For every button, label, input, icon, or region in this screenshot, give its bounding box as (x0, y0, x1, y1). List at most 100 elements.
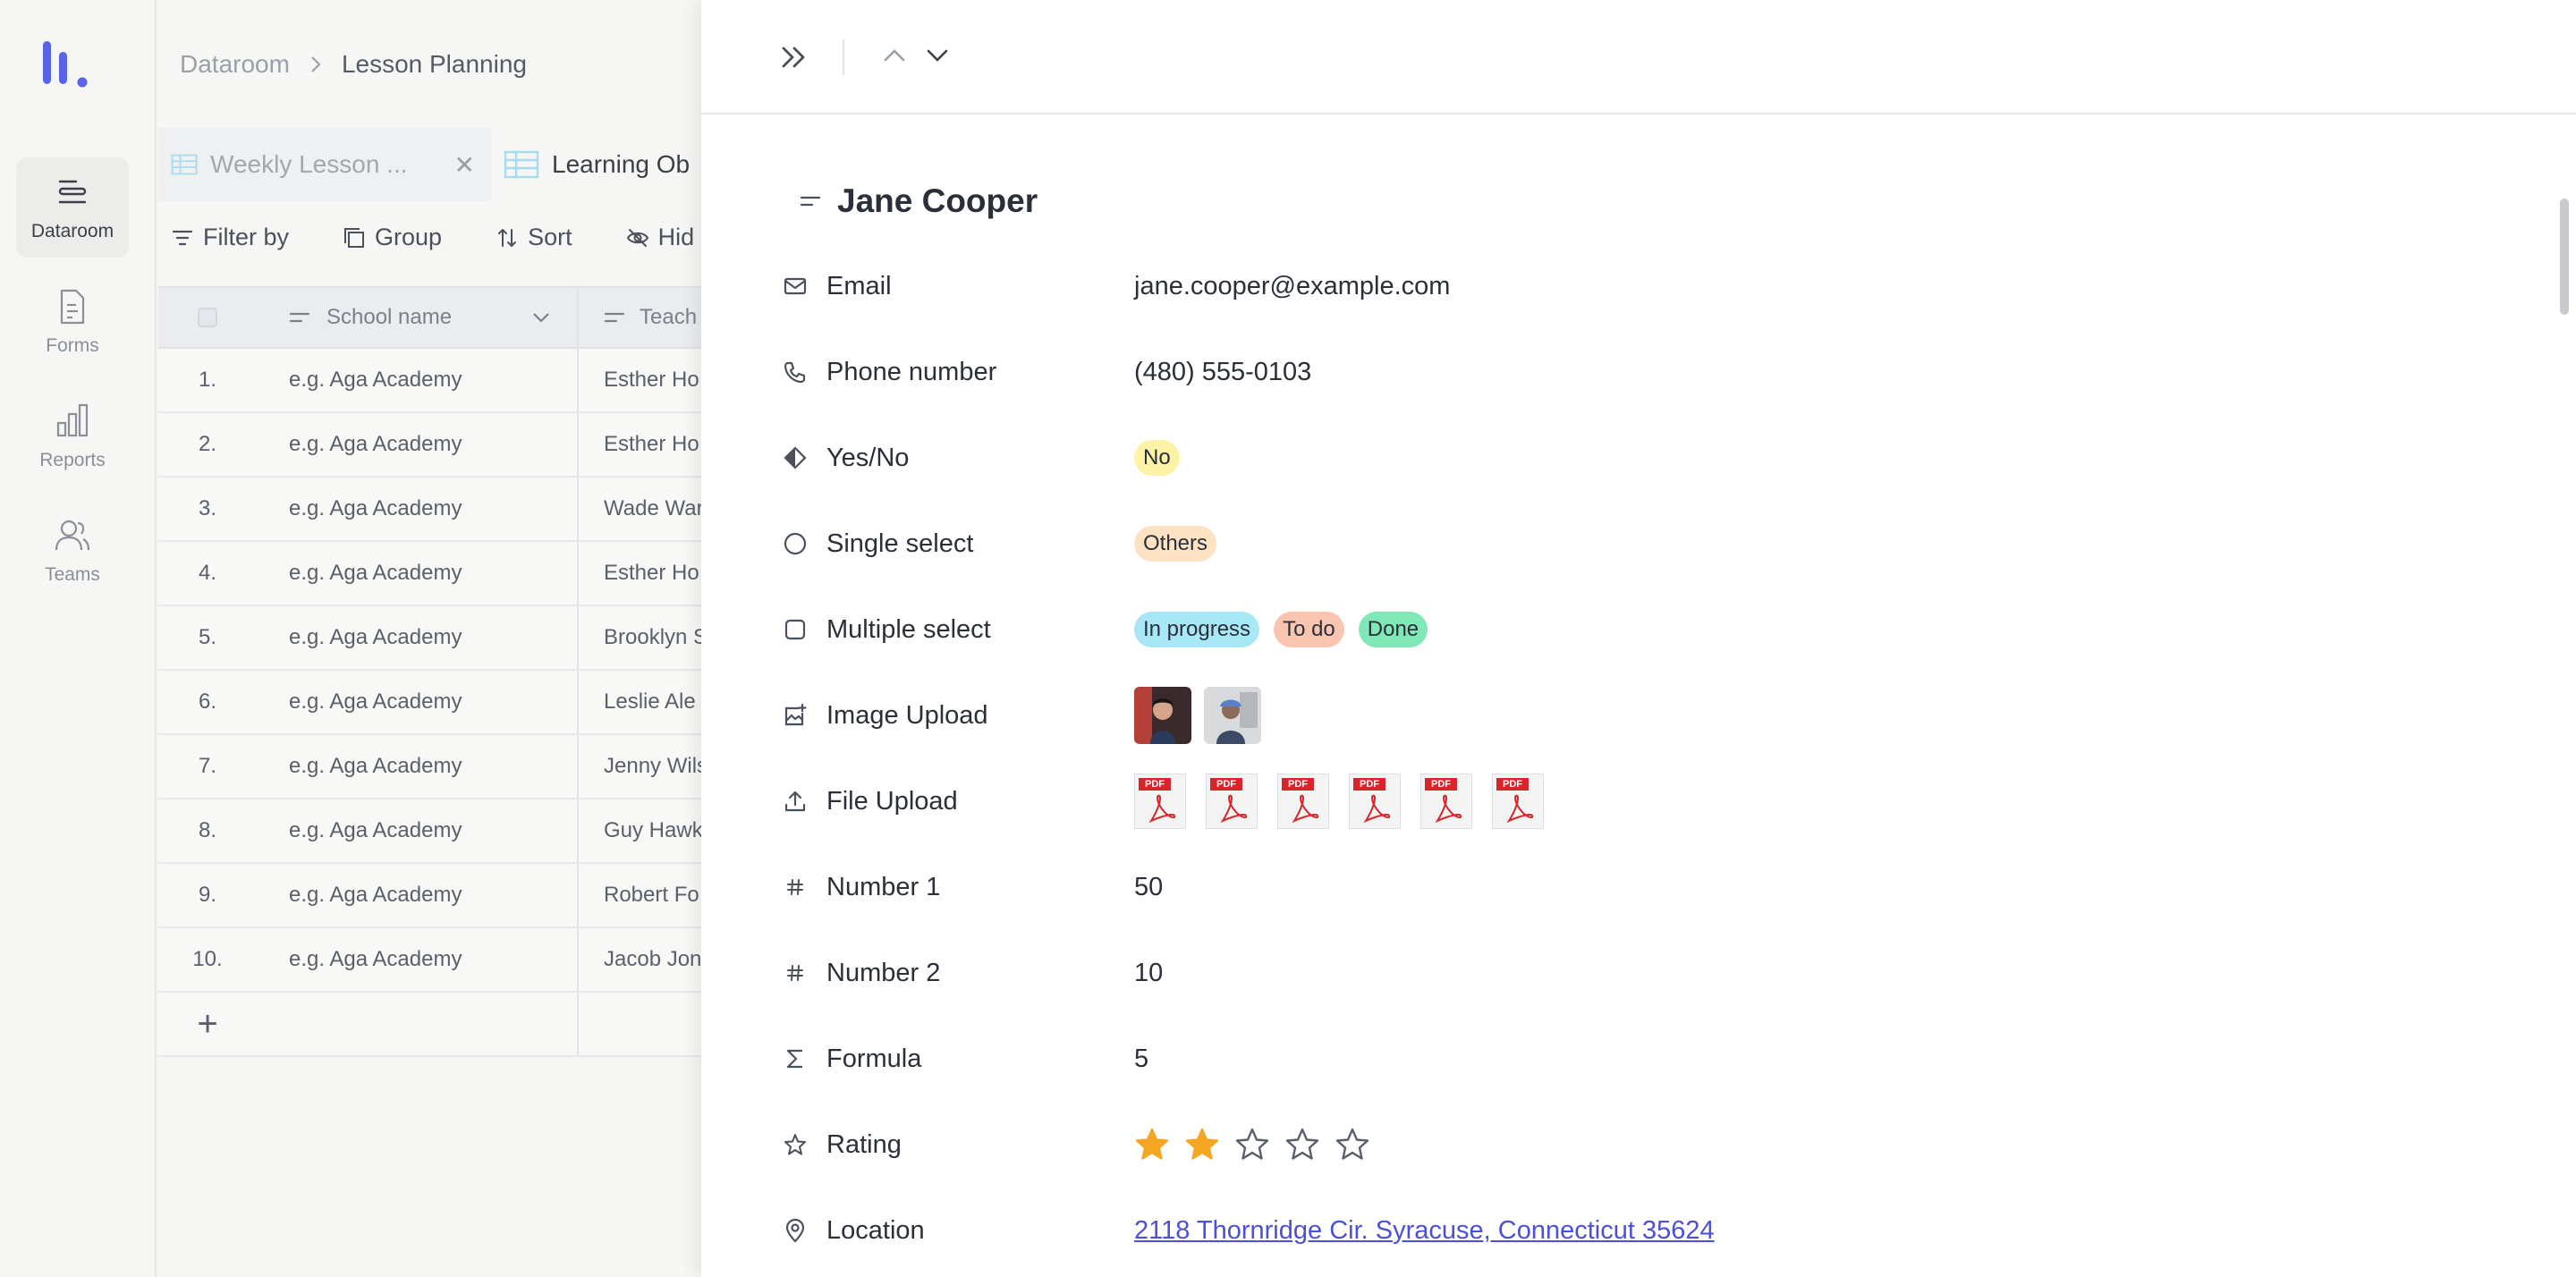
select-all-cell[interactable] (158, 308, 257, 327)
teacher-cell[interactable]: Robert Fo (579, 883, 699, 908)
table-row[interactable]: 10. e.g. Aga Academy Jacob Jon (158, 928, 701, 993)
add-row[interactable]: + (158, 993, 701, 1057)
pdf-badge: PDF (1139, 778, 1171, 791)
school-cell[interactable]: e.g. Aga Academy (257, 671, 579, 733)
email-value[interactable]: jane.cooper@example.com (1134, 272, 1450, 301)
school-cell[interactable]: e.g. Aga Academy (257, 542, 579, 605)
teacher-cell[interactable]: Jenny Wils (579, 754, 701, 779)
sort-button[interactable]: Sort (496, 224, 572, 251)
chevron-down-icon[interactable] (532, 312, 550, 323)
sort-icon (498, 228, 517, 247)
app-logo[interactable] (39, 39, 93, 93)
school-cell[interactable]: e.g. Aga Academy (257, 349, 579, 411)
tab-learning-objectives[interactable]: Learning Ob (491, 128, 701, 201)
table-row[interactable]: 3. e.g. Aga Academy Wade War (158, 478, 701, 542)
field-formula: Formula 5 (786, 1016, 2408, 1102)
add-row-button[interactable]: + (158, 1004, 257, 1044)
yes-no-pill[interactable]: No (1134, 440, 1180, 476)
star-empty-icon[interactable] (1284, 1127, 1320, 1163)
multi-select-pill[interactable]: Done (1358, 612, 1428, 647)
chevron-up-icon[interactable] (882, 47, 907, 64)
tab-weekly-lesson[interactable]: Weekly Lesson ... ✕ (158, 128, 491, 201)
table-row[interactable]: 5. e.g. Aga Academy Brooklyn S (158, 606, 701, 671)
scrollbar[interactable] (2560, 199, 2569, 315)
hide-fields-button[interactable]: Hid (626, 224, 694, 251)
teacher-cell[interactable]: Brooklyn S (579, 625, 701, 650)
pdf-badge: PDF (1425, 778, 1457, 791)
image-thumbnail[interactable] (1134, 687, 1191, 744)
data-grid: School name Teach 1. e.g. Aga Academy Esth… (158, 286, 701, 1057)
teacher-cell[interactable]: Guy Hawk (579, 818, 701, 843)
rail-item-dataroom[interactable]: Dataroom (16, 157, 129, 258)
rail-item-teams[interactable]: Teams (16, 501, 129, 601)
record-title-row: Jane Cooper (800, 182, 1038, 220)
pdf-file-icon[interactable]: PDF (1492, 774, 1544, 829)
star-filled-icon[interactable] (1184, 1127, 1220, 1163)
school-cell[interactable]: e.g. Aga Academy (257, 413, 579, 476)
pdf-file-icon[interactable]: PDF (1206, 774, 1258, 829)
filter-button[interactable]: Filter by (171, 224, 289, 251)
school-cell[interactable]: e.g. Aga Academy (257, 864, 579, 926)
field-location: Location 2118 Thornridge Cir. Syracuse, … (785, 1188, 2408, 1273)
rail-item-reports[interactable]: Reports (16, 386, 129, 486)
teacher-cell[interactable]: Esther Ho (579, 432, 699, 457)
table-row[interactable]: 4. e.g. Aga Academy Esther Ho (158, 542, 701, 606)
table-row[interactable]: 7. e.g. Aga Academy Jenny Wils (158, 735, 701, 799)
column-header-teacher[interactable]: Teach (579, 305, 697, 330)
single-select-pill[interactable]: Others (1134, 526, 1217, 562)
select-all-checkbox[interactable] (198, 308, 217, 327)
teacher-cell[interactable]: Esther Ho (579, 561, 699, 586)
location-pin-icon (782, 1217, 809, 1244)
pdf-file-icon[interactable]: PDF (1349, 774, 1401, 829)
row-number: 9. (198, 883, 216, 907)
eye-off-icon (626, 228, 648, 247)
number-1-value[interactable]: 50 (1134, 873, 1163, 902)
record-title[interactable]: Jane Cooper (837, 182, 1038, 220)
table-toolbar: Filter by Group Sort Hid (171, 224, 694, 251)
school-cell[interactable]: e.g. Aga Academy (257, 478, 579, 540)
multi-select-pill[interactable]: To do (1274, 612, 1344, 647)
location-link[interactable]: 2118 Thornridge Cir. Syracuse, Connectic… (1134, 1216, 1715, 1246)
phone-value[interactable]: (480) 555-0103 (1134, 358, 1311, 387)
star-filled-icon[interactable] (1134, 1127, 1170, 1163)
teacher-cell[interactable]: Wade War (579, 496, 701, 521)
pdf-file-icon[interactable]: PDF (1277, 774, 1329, 829)
school-cell[interactable]: e.g. Aga Academy (257, 606, 579, 669)
teacher-cell[interactable]: Jacob Jon (579, 947, 701, 972)
table-row[interactable]: 8. e.g. Aga Academy Guy Hawk (158, 799, 701, 864)
breadcrumb-root[interactable]: Dataroom (180, 50, 290, 79)
field-phone: Phone number (480) 555-0103 (784, 329, 2408, 415)
teacher-cell[interactable]: Leslie Ale (579, 689, 696, 715)
column-header-school[interactable]: School name (257, 288, 579, 347)
table-row[interactable]: 1. e.g. Aga Academy Esther Ho (158, 349, 701, 413)
row-number: 8. (198, 818, 216, 842)
collapse-panel-icon[interactable] (778, 41, 810, 73)
star-empty-icon[interactable] (1335, 1127, 1370, 1163)
group-button[interactable]: Group (343, 224, 442, 251)
pdf-file-icon[interactable]: PDF (1420, 774, 1472, 829)
pdf-file-icon[interactable]: PDF (1134, 774, 1186, 829)
rating-stars (1134, 1127, 1370, 1163)
star-icon (782, 1131, 809, 1158)
table-row[interactable]: 9. e.g. Aga Academy Robert Fo (158, 864, 701, 928)
close-icon[interactable]: ✕ (454, 150, 475, 180)
school-cell[interactable]: e.g. Aga Academy (257, 928, 579, 991)
hash-icon (782, 960, 809, 986)
number-2-value[interactable]: 10 (1134, 959, 1163, 988)
image-thumbnail[interactable] (1204, 687, 1261, 744)
multi-select-pill[interactable]: In progress (1134, 612, 1260, 647)
upload-icon (782, 788, 809, 815)
row-number: 6. (198, 689, 216, 714)
star-empty-icon[interactable] (1234, 1127, 1270, 1163)
rail-item-forms[interactable]: Forms (16, 272, 129, 372)
forms-icon (60, 289, 85, 325)
field-label: Location (826, 1215, 925, 1245)
teacher-cell[interactable]: Esther Ho (579, 368, 699, 393)
school-cell[interactable]: e.g. Aga Academy (257, 735, 579, 798)
grid-icon (171, 154, 198, 175)
field-label: Rating (826, 1129, 902, 1159)
school-cell[interactable]: e.g. Aga Academy (257, 799, 579, 862)
table-row[interactable]: 2. e.g. Aga Academy Esther Ho (158, 413, 701, 478)
chevron-down-icon[interactable] (925, 47, 950, 64)
table-row[interactable]: 6. e.g. Aga Academy Leslie Ale (158, 671, 701, 735)
